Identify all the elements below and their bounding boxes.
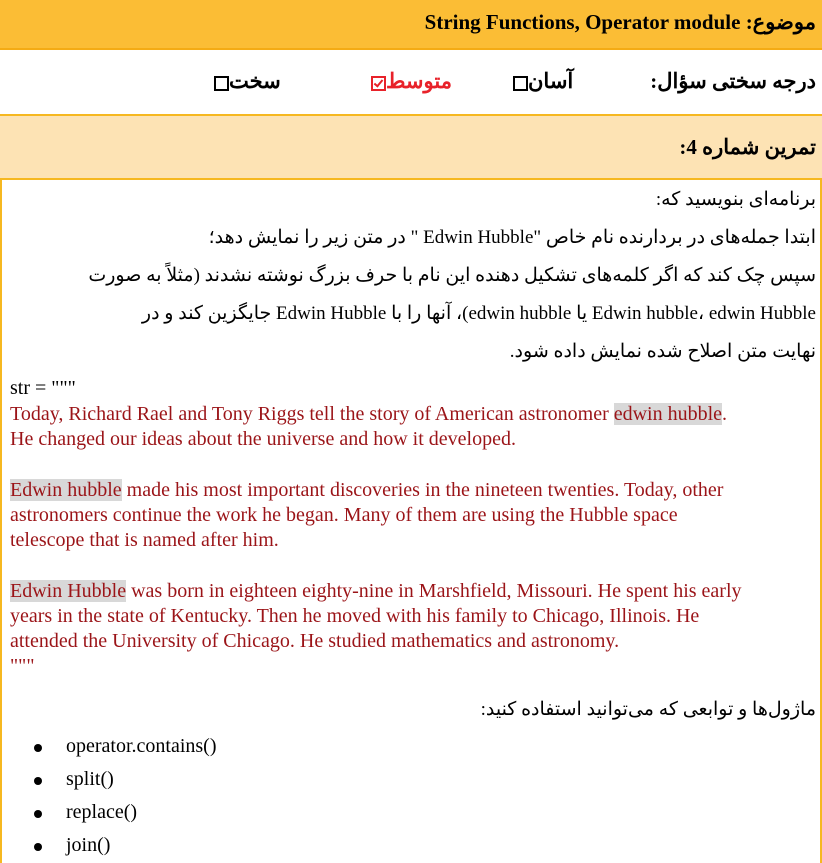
code-text: was born in eighteen eighty-nine in Mars…: [126, 580, 742, 602]
highlighted-name: Edwin Hubble: [10, 580, 127, 602]
difficulty-row: درجه سختی سؤال: آسان متوسط سخت: [0, 50, 822, 116]
difficulty-label: درجه سختی سؤال:: [650, 69, 816, 93]
exercise-header: تمرین شماره 4:: [0, 116, 822, 180]
instruction-line: ابتدا جمله‌های در بردارنده نام خاص "Edwi…: [208, 227, 816, 248]
medium-label: متوسط: [386, 69, 452, 93]
hard-label: سخت: [229, 69, 281, 93]
list-item: operator.contains(): [66, 735, 217, 757]
highlighted-name: edwin hubble: [613, 403, 723, 425]
code-text: Today, Richard Rael and Tony Riggs tell …: [10, 403, 614, 425]
code-line: Edwin hubble made his most important dis…: [10, 479, 723, 502]
code-line: He changed our ideas about the universe …: [10, 428, 516, 450]
code-open: str = """: [10, 377, 76, 399]
highlighted-name: Edwin hubble: [10, 479, 122, 501]
difficulty-option-medium[interactable]: متوسط: [369, 69, 452, 94]
bullet-icon: [34, 843, 42, 851]
code-line: attended the University of Chicago. He s…: [10, 630, 620, 652]
difficulty-option-hard[interactable]: سخت: [212, 69, 281, 94]
topic-title: موضوع: String Functions, Operator module: [425, 10, 816, 35]
bullet-icon: [34, 777, 42, 785]
code-close: """: [10, 655, 35, 677]
easy-label: آسان: [528, 69, 574, 93]
code-line: Today, Richard Rael and Tony Riggs tell …: [10, 403, 727, 426]
code-line: telescope that is named after him.: [10, 529, 279, 551]
instruction-line: نهایت متن اصلاح شده نمایش داده شود.: [509, 341, 816, 362]
checkbox-empty-icon: [513, 75, 528, 91]
list-item: replace(): [66, 801, 138, 823]
checkbox-empty-icon: [214, 75, 229, 91]
instruction-line: سپس چک کند که اگر کلمه‌های تشکیل دهنده ا…: [88, 265, 816, 286]
list-item: split(): [66, 768, 114, 790]
checkbox-checked-icon: [371, 75, 386, 91]
list-item: join(): [66, 834, 111, 856]
modules-label: ماژول‌ها و توابعی که می‌توانید استفاده ک…: [480, 699, 816, 720]
difficulty-option-easy[interactable]: آسان: [511, 69, 573, 94]
code-text: .: [722, 403, 728, 425]
topic-value: String Functions, Operator module: [424, 10, 741, 34]
instruction-line: Edwin hubble، edwin Hubble یا edwin hubb…: [141, 303, 816, 324]
code-text: made his most important discoveries in t…: [121, 479, 724, 501]
code-line: Edwin Hubble was born in eighteen eighty…: [10, 580, 742, 603]
topic-label: موضوع:: [745, 10, 816, 34]
exercise-title: تمرین شماره 4:: [679, 135, 816, 159]
code-line: years in the state of Kentucky. Then he …: [10, 605, 700, 627]
instruction-line: برنامه‌ای بنویسید که:: [655, 189, 816, 210]
code-line: astronomers continue the work he began. …: [10, 504, 678, 526]
bullet-icon: [34, 810, 42, 818]
bullet-icon: [34, 744, 42, 752]
topic-header: موضوع: String Functions, Operator module: [0, 0, 822, 50]
